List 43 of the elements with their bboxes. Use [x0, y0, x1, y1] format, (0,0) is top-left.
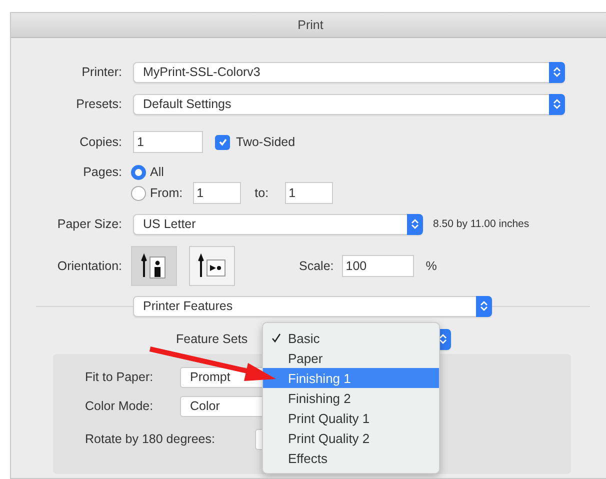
field-label: Pages:: [82, 165, 123, 179]
field-label: Scale:: [299, 259, 334, 273]
field-label: Printer:: [80, 65, 123, 79]
menu-item[interactable]: Print Quality 2: [263, 428, 439, 448]
radio-label: All: [150, 165, 164, 179]
paper-dimensions: 8.50 by 11.00 inches: [433, 218, 530, 230]
menu-item[interactable]: Finishing 1: [263, 368, 439, 388]
percent-unit: %: [426, 259, 437, 273]
stepper-icon: [407, 214, 423, 234]
from-page-field[interactable]: 1: [192, 182, 241, 204]
radio-label: From:: [150, 186, 183, 200]
portrait-person-icon: [141, 253, 167, 279]
field-label: Feature Sets: [176, 332, 249, 346]
menu-item[interactable]: Paper: [263, 348, 439, 368]
printer-select[interactable]: MyPrint-SSL-Colorv3: [133, 62, 565, 82]
field-label: Paper Size:: [56, 217, 123, 231]
stepper-icon: [476, 296, 492, 316]
to-page-field[interactable]: 1: [284, 182, 333, 204]
setting-label: Fit to Paper:: [85, 370, 154, 384]
field-label: to:: [254, 186, 270, 200]
paper-size-select[interactable]: US Letter: [133, 214, 423, 234]
setting-label: Color Mode:: [85, 399, 154, 413]
checkbox[interactable]: [215, 134, 230, 150]
presets-select[interactable]: Default Settings: [133, 94, 565, 114]
portrait-button[interactable]: [131, 246, 177, 286]
scale-field[interactable]: 100: [342, 255, 414, 277]
menu-item[interactable]: Basic: [263, 328, 439, 348]
menu-item[interactable]: Effects: [263, 448, 439, 468]
setting-label: Rotate by 180 degrees:: [85, 432, 216, 446]
stepper-icon: [549, 94, 565, 114]
radio-button[interactable]: [131, 186, 146, 200]
field-label: Copies:: [78, 135, 123, 149]
copies-field[interactable]: 1: [133, 131, 203, 153]
window-title: Print: [298, 18, 324, 32]
checkmark-icon: [218, 137, 228, 147]
stepper-icon: [549, 62, 565, 82]
section-select[interactable]: Printer Features: [133, 296, 492, 316]
checkbox-label: Two-Sided: [236, 135, 296, 149]
field-label: Orientation:: [56, 259, 123, 273]
landscape-person-icon: [198, 253, 226, 279]
radio-button[interactable]: [131, 164, 146, 180]
landscape-button[interactable]: [189, 246, 235, 286]
field-label: Presets:: [75, 97, 123, 111]
